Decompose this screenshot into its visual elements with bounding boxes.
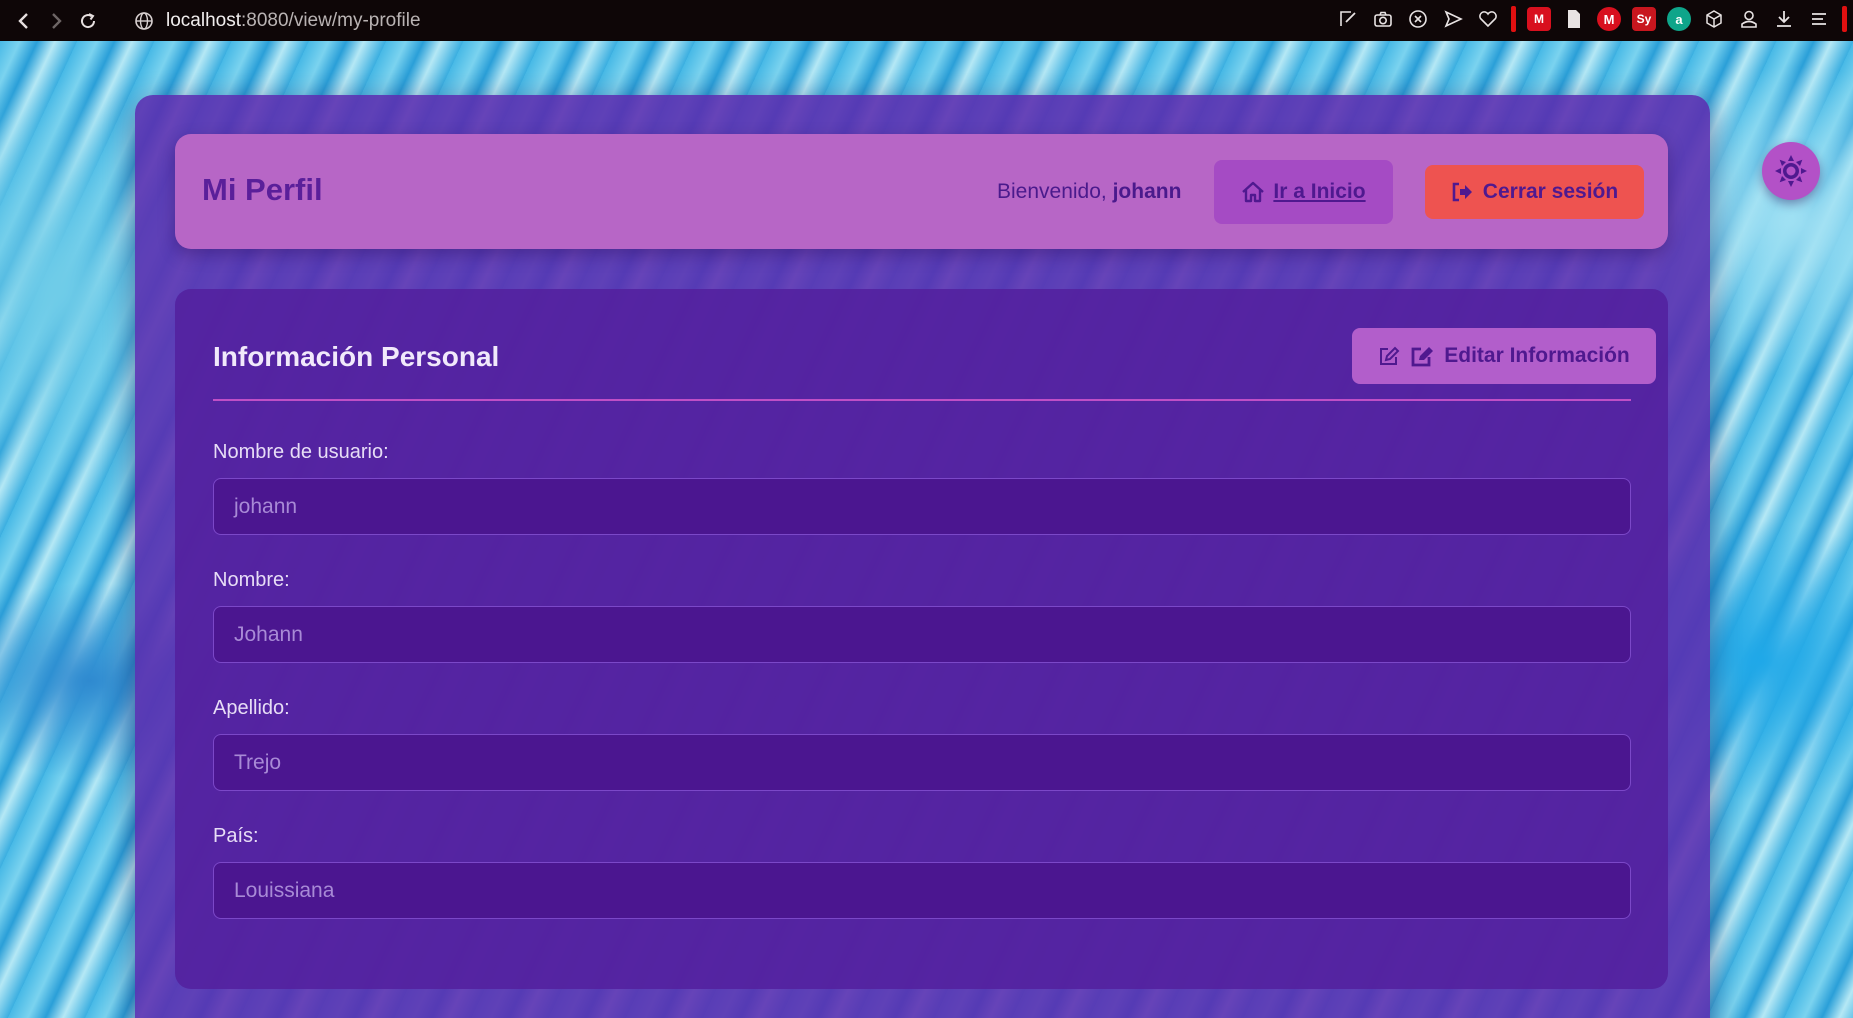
home-button[interactable]: Ir a Inicio xyxy=(1214,160,1393,224)
heart-icon[interactable] xyxy=(1476,7,1500,31)
a-icon[interactable]: a xyxy=(1667,7,1691,31)
home-icon xyxy=(1242,181,1265,203)
welcome-text: Bienvenido, johann xyxy=(997,180,1181,204)
profile-card: Mi Perfil Bienvenido, johann Ir a Inicio… xyxy=(135,95,1710,1018)
globe-icon xyxy=(135,11,153,30)
separator xyxy=(1511,6,1516,32)
reload-button[interactable] xyxy=(74,7,102,35)
edit-icon[interactable] xyxy=(1336,7,1360,31)
forward-button[interactable] xyxy=(42,7,70,35)
menu-icon[interactable] xyxy=(1807,7,1831,31)
welcome-prefix: Bienvenido, xyxy=(997,180,1113,203)
logout-button-label: Cerrar sesión xyxy=(1482,180,1619,203)
edit-outline-icon xyxy=(1380,346,1400,365)
separator xyxy=(1842,6,1847,32)
file-icon[interactable] xyxy=(1562,7,1586,31)
send-icon[interactable] xyxy=(1441,7,1465,31)
back-button[interactable] xyxy=(10,7,38,35)
first-name-input[interactable]: Johann xyxy=(213,606,1631,663)
profile-header: Mi Perfil Bienvenido, johann Ir a Inicio… xyxy=(175,134,1668,249)
theme-toggle-button[interactable] xyxy=(1762,142,1820,200)
personal-info-section: Información Personal Editar Información … xyxy=(175,289,1668,989)
country-label: País: xyxy=(213,825,259,847)
download-icon[interactable] xyxy=(1772,7,1796,31)
home-button-label: Ir a Inicio xyxy=(1273,180,1366,203)
sy-icon[interactable]: Sy xyxy=(1632,7,1656,31)
last-name-input[interactable]: Trejo xyxy=(213,734,1631,791)
account-icon[interactable] xyxy=(1737,7,1761,31)
address-bar[interactable]: localhost:8080/view/my-profile xyxy=(134,10,421,32)
logout-icon xyxy=(1452,182,1472,202)
url-host: localhost xyxy=(166,9,241,31)
m-icon[interactable]: M xyxy=(1597,7,1621,31)
welcome-username: johann xyxy=(1112,180,1182,203)
box-icon[interactable] xyxy=(1702,7,1726,31)
edit-icon xyxy=(1411,347,1434,367)
country-input[interactable]: Louissiana xyxy=(213,862,1631,919)
camera-icon[interactable] xyxy=(1371,7,1395,31)
logout-button[interactable]: Cerrar sesión xyxy=(1425,165,1644,219)
section-title: Información Personal xyxy=(213,341,500,372)
browser-toolbar: localhost:8080/view/my-profile M M Sy a xyxy=(0,0,1853,41)
sun-icon xyxy=(1775,155,1807,187)
mendeley-icon[interactable]: M xyxy=(1527,7,1551,31)
page-title: Mi Perfil xyxy=(202,172,323,207)
first-name-label: Nombre: xyxy=(213,569,290,591)
section-divider xyxy=(213,399,1631,401)
url-path: :8080/view/my-profile xyxy=(241,9,421,31)
edit-info-button[interactable]: Editar Información xyxy=(1352,328,1656,384)
edit-button-label: Editar Información xyxy=(1444,344,1630,367)
page-background: Mi Perfil Bienvenido, johann Ir a Inicio… xyxy=(0,41,1853,1018)
last-name-label: Apellido: xyxy=(213,697,290,719)
username-input[interactable]: johann xyxy=(213,478,1631,535)
extensions-bar: M M Sy a xyxy=(1336,6,1847,32)
username-label: Nombre de usuario: xyxy=(213,441,389,463)
close-circle-icon[interactable] xyxy=(1406,7,1430,31)
